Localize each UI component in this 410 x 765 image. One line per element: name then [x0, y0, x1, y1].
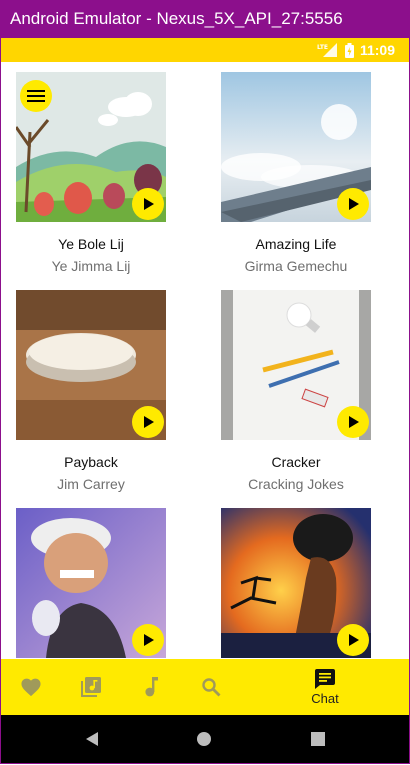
track-artist: Girma Gemechu	[244, 258, 348, 274]
system-navigation-bar	[1, 715, 409, 763]
play-icon	[144, 634, 154, 646]
play-icon	[349, 416, 359, 428]
track-artist: Cracking Jokes	[248, 476, 344, 492]
track-card[interactable]: Cracker Cracking Jokes	[221, 290, 371, 500]
track-title: Amazing Life	[255, 236, 337, 252]
track-title: Cracker	[271, 454, 321, 470]
home-button[interactable]	[184, 715, 224, 763]
play-button[interactable]	[132, 624, 164, 656]
track-title: Ye Bole Lij	[58, 236, 124, 252]
track-artwork[interactable]	[221, 290, 371, 440]
track-artwork[interactable]	[221, 72, 371, 222]
track-title: Payback	[64, 454, 118, 470]
nav-favorites[interactable]	[13, 659, 49, 715]
play-icon	[144, 198, 154, 210]
nav-library[interactable]	[73, 659, 109, 715]
track-artist: Jim Carrey	[57, 476, 125, 492]
play-icon	[144, 416, 154, 428]
nav-search[interactable]	[193, 659, 229, 715]
heart-icon	[21, 678, 41, 697]
back-triangle-icon	[86, 732, 98, 746]
track-artwork[interactable]	[16, 508, 166, 658]
nav-chat-label: Chat	[311, 691, 339, 706]
menu-button[interactable]	[20, 80, 52, 112]
track-artwork[interactable]	[16, 290, 166, 440]
battery-icon	[344, 42, 354, 58]
track-card[interactable]	[16, 508, 166, 658]
track-card[interactable]	[221, 508, 371, 658]
nav-chat[interactable]: Chat	[299, 659, 351, 715]
recents-button[interactable]	[298, 715, 338, 763]
track-artist: Ye Jimma Lij	[51, 258, 131, 274]
network-signal-icon: LTE	[317, 42, 339, 58]
home-circle-icon	[197, 732, 211, 746]
play-icon	[349, 198, 359, 210]
play-button[interactable]	[337, 624, 369, 656]
track-artwork[interactable]	[221, 508, 371, 658]
search-icon	[202, 678, 221, 697]
play-button[interactable]	[337, 188, 369, 220]
play-button[interactable]	[132, 188, 164, 220]
emulator-titlebar: Android Emulator - Nexus_5X_API_27:5556	[0, 0, 410, 38]
back-button[interactable]	[72, 715, 112, 763]
bottom-navigation: Chat	[1, 659, 409, 715]
recents-square-icon	[311, 732, 325, 746]
status-time: 11:09	[359, 42, 395, 58]
play-icon	[349, 634, 359, 646]
network-type-label: LTE	[317, 44, 328, 51]
track-card[interactable]: Payback Jim Carrey	[16, 290, 166, 500]
window-title: Android Emulator - Nexus_5X_API_27:5556	[10, 9, 343, 28]
music-note-icon	[145, 677, 158, 697]
chat-icon	[315, 669, 335, 689]
nav-songs[interactable]	[133, 659, 169, 715]
play-button[interactable]	[132, 406, 164, 438]
play-button[interactable]	[337, 406, 369, 438]
status-bar: LTE 11:09	[1, 38, 409, 62]
library-music-icon	[81, 677, 101, 697]
track-card[interactable]: Amazing Life Girma Gemechu	[221, 72, 371, 282]
track-grid[interactable]: Ye Bole Lij Ye Jimma Lij Amazing Life Gi…	[1, 62, 409, 659]
hamburger-menu-icon	[27, 90, 45, 102]
